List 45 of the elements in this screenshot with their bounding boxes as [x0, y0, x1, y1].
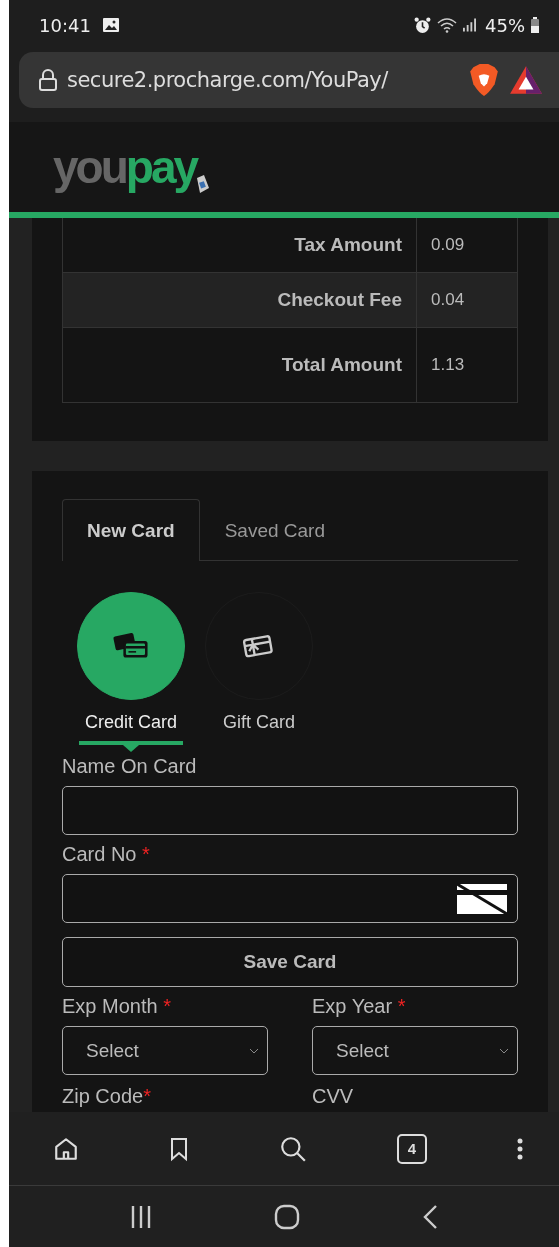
- summary-value: 1.13: [430, 354, 466, 376]
- url-text: secure2.procharge.com/YouPay/: [67, 68, 390, 92]
- battery-icon: [531, 17, 539, 33]
- summary-value: 0.04: [430, 289, 466, 311]
- image-icon: [102, 18, 119, 32]
- cards-icon: [113, 632, 149, 660]
- gift-card-icon: [242, 632, 276, 660]
- bookmark-icon[interactable]: [169, 1135, 189, 1162]
- select-field[interactable]: Select: [62, 1026, 268, 1075]
- back-icon[interactable]: [422, 1203, 438, 1230]
- payment-method-label[interactable]: Gift Card: [223, 712, 295, 733]
- tabs-count-button[interactable]: 4: [397, 1133, 427, 1164]
- triangle-icon[interactable]: [509, 65, 543, 95]
- summary-value: 0.09: [430, 234, 466, 256]
- tab[interactable]: Saved Card: [199, 499, 350, 561]
- lock-icon: [39, 69, 57, 91]
- more-menu-icon[interactable]: [517, 1137, 523, 1160]
- name-input[interactable]: [62, 786, 518, 835]
- field-label: Card No *: [62, 843, 151, 866]
- summary-label: Checkout Fee: [63, 273, 417, 327]
- battery-percent: 45%: [485, 14, 525, 36]
- tab[interactable]: New Card: [62, 499, 200, 561]
- search-icon[interactable]: [279, 1134, 307, 1163]
- address-bar[interactable]: secure2.procharge.com/YouPay/: [19, 52, 559, 108]
- signal-icon: [463, 18, 476, 32]
- card-off-icon: [455, 881, 509, 916]
- wifi-icon: [437, 17, 457, 33]
- card-number-input[interactable]: [62, 874, 518, 923]
- field-label: Name On Card: [62, 755, 198, 778]
- field-label: Exp Year *: [312, 995, 407, 1018]
- select-field[interactable]: Select: [312, 1026, 518, 1075]
- field-label: CVV: [312, 1085, 355, 1108]
- field-label: Exp Month *: [62, 995, 172, 1018]
- chevron-down-icon: [249, 1047, 259, 1054]
- home-icon[interactable]: [53, 1135, 79, 1162]
- payment-method-label[interactable]: Credit Card: [85, 712, 177, 733]
- summary-label: Total Amount: [63, 328, 417, 402]
- alarm-icon: [414, 16, 431, 34]
- save-card-button[interactable]: Save Card: [62, 937, 518, 987]
- field-label: Zip Code*: [62, 1085, 152, 1108]
- home-button-icon[interactable]: [274, 1203, 300, 1230]
- summary-label: Tax Amount: [63, 218, 417, 272]
- clock-time: 10:41: [39, 14, 91, 36]
- recent-apps-icon[interactable]: [130, 1204, 152, 1229]
- chevron-down-icon: [499, 1047, 509, 1054]
